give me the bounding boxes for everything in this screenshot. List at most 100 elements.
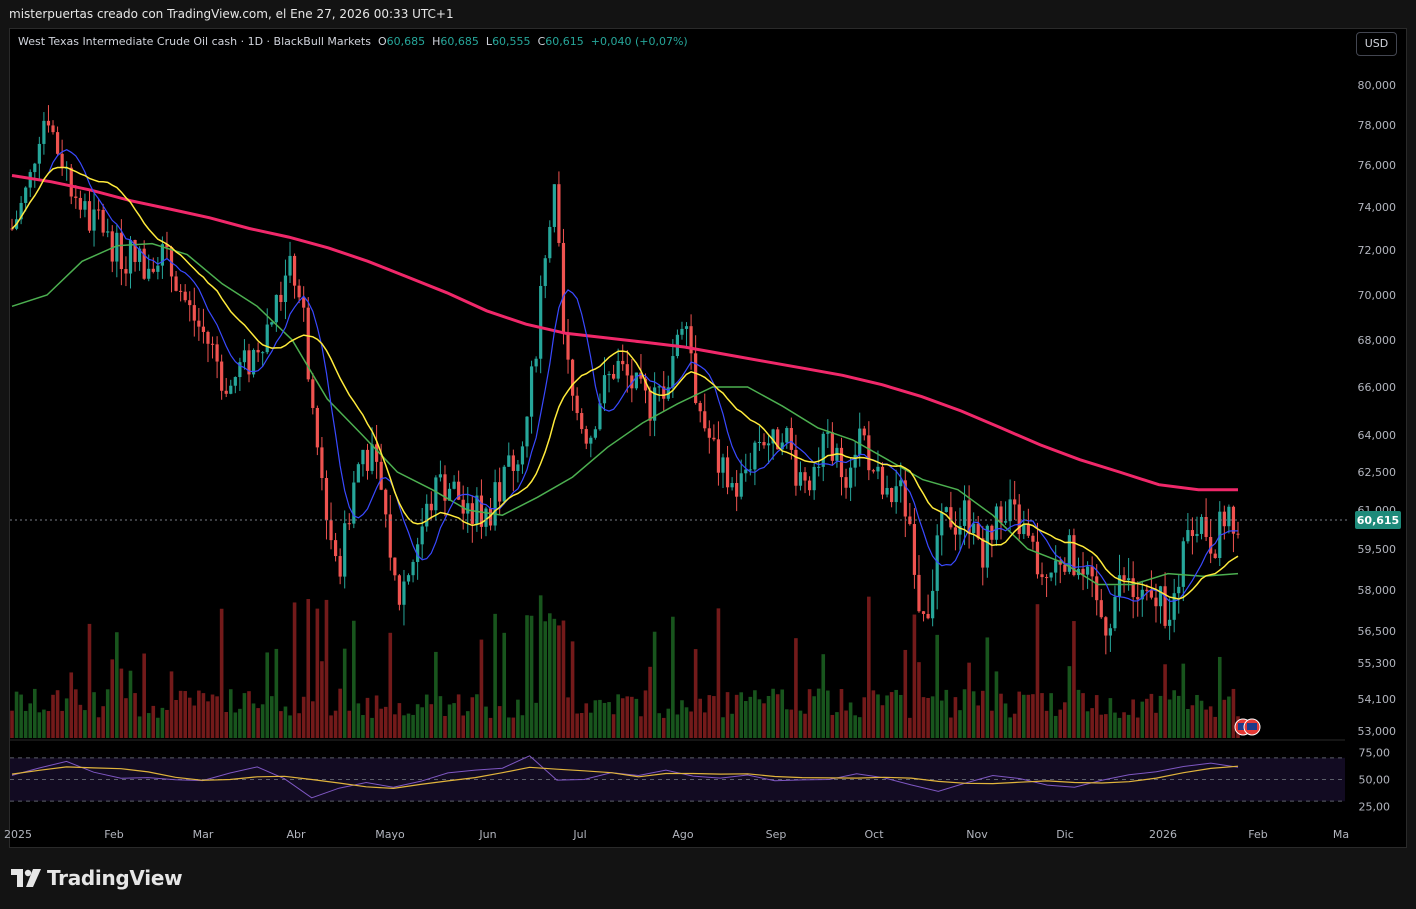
tradingview-logo[interactable]: TradingView xyxy=(11,866,183,890)
candle-body xyxy=(274,294,278,323)
candle-body xyxy=(607,373,611,376)
volume-bar xyxy=(971,691,976,738)
volume-layer xyxy=(10,595,1240,738)
volume-bar xyxy=(602,702,607,738)
candle-body xyxy=(570,359,575,396)
volume-bar xyxy=(689,711,693,738)
volume-bar xyxy=(698,698,703,738)
time-tick-label: Ago xyxy=(672,828,694,841)
volume-bar xyxy=(465,711,470,738)
candle-body xyxy=(411,561,415,576)
candle-body xyxy=(270,322,274,325)
volume-bar xyxy=(301,696,306,738)
volume-bar xyxy=(434,651,438,738)
volume-bar xyxy=(579,713,584,738)
candle-body xyxy=(949,507,953,528)
candle-body xyxy=(716,439,721,473)
volume-bar xyxy=(903,649,908,738)
volume-bar xyxy=(730,713,734,738)
volume-bar xyxy=(92,692,96,738)
volume-bar xyxy=(570,641,575,738)
candle-body xyxy=(370,444,374,471)
volume-bar xyxy=(885,695,889,738)
volume-bar xyxy=(156,717,160,738)
volume-bar xyxy=(798,710,803,738)
candle-body xyxy=(33,163,37,173)
volume-bar xyxy=(470,697,475,738)
rsi-tick-label: 25,00 xyxy=(1359,801,1391,814)
volume-bar xyxy=(630,696,634,738)
candle-body xyxy=(279,294,283,302)
candle-body xyxy=(438,474,443,478)
candle-body xyxy=(753,442,757,470)
volume-bar xyxy=(1053,715,1058,738)
price-tick-label: 78,000 xyxy=(1358,119,1397,132)
volume-bar xyxy=(1172,690,1176,738)
volume-bar xyxy=(1031,694,1035,738)
volume-bar xyxy=(680,700,684,738)
volume-bar xyxy=(1017,691,1022,738)
candle-body xyxy=(871,470,875,472)
volume-bar xyxy=(192,705,197,738)
volume-bar xyxy=(607,702,611,738)
volume-bar xyxy=(475,694,479,738)
candle-body xyxy=(156,265,160,272)
volume-bar xyxy=(666,708,671,738)
candle-body xyxy=(821,433,825,467)
volume-bar xyxy=(1140,701,1145,738)
candle-body xyxy=(42,120,46,144)
ma50-line xyxy=(11,242,1239,586)
candle-body xyxy=(1113,596,1117,629)
volume-bar xyxy=(1058,709,1063,738)
volume-bar xyxy=(42,709,46,738)
candle-body xyxy=(402,581,406,605)
candle-body xyxy=(794,449,798,486)
candle-body xyxy=(1227,506,1231,527)
chart-canvas[interactable]: 80,000 78,000 76,000 74,000 72,000 70,000 68,0… xyxy=(0,0,1416,909)
candle-body xyxy=(55,132,60,154)
volume-bar xyxy=(748,696,753,738)
candle-body xyxy=(229,385,233,394)
volume-bar xyxy=(1081,693,1085,738)
volume-bar xyxy=(734,694,739,738)
candle-body xyxy=(46,120,51,126)
volume-bar xyxy=(78,704,83,738)
volume-bar xyxy=(383,706,388,738)
volume-bar xyxy=(725,692,730,738)
volume-bar xyxy=(1008,717,1012,738)
volume-bar xyxy=(935,634,939,738)
currency-button[interactable]: USD xyxy=(1356,32,1397,56)
volume-bar xyxy=(1231,688,1236,738)
candle-body xyxy=(1085,566,1090,575)
candle-body xyxy=(994,506,999,540)
volume-bar xyxy=(228,689,233,738)
volume-bar xyxy=(775,694,780,738)
candle-body xyxy=(315,407,319,448)
candle-body xyxy=(119,232,123,270)
volume-bar xyxy=(848,702,853,738)
tradingview-brand: TradingView xyxy=(47,866,183,890)
volume-bar xyxy=(169,671,174,738)
volume-bar xyxy=(238,708,242,738)
volume-bar xyxy=(1113,712,1117,738)
candle-body xyxy=(885,487,889,495)
volume-bar xyxy=(119,668,124,738)
price-tick-label: 76,000 xyxy=(1358,159,1397,172)
volume-bar xyxy=(671,616,675,738)
candle-body xyxy=(338,556,342,577)
volume-bar xyxy=(269,696,274,738)
candle-body xyxy=(1031,535,1035,542)
candle-body xyxy=(283,275,288,302)
volume-bar xyxy=(880,705,885,738)
candle-body xyxy=(425,503,429,527)
volume-bar xyxy=(283,706,288,738)
volume-bar xyxy=(575,713,579,738)
volume-bar xyxy=(844,710,848,738)
volume-bar xyxy=(96,717,101,738)
volume-bar xyxy=(23,710,28,738)
candle-body xyxy=(557,184,561,243)
candle-body xyxy=(511,455,515,471)
candle-body xyxy=(849,467,853,488)
volume-bar xyxy=(889,692,894,738)
tradingview-logo-icon xyxy=(11,869,41,887)
